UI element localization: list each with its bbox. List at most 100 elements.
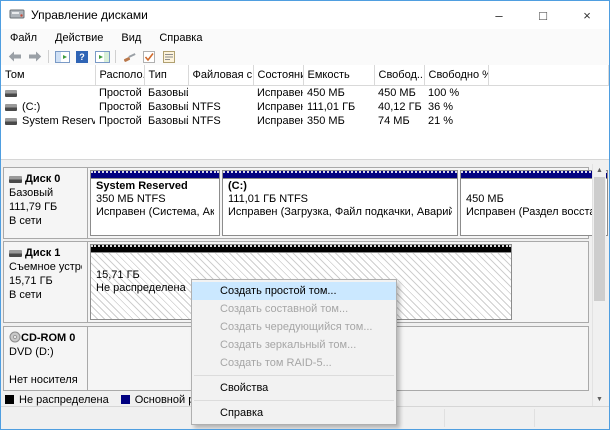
properties-icon[interactable]: [159, 49, 179, 65]
menu-item-create-mirrored-volume: Создать зеркальный том...: [220, 339, 357, 351]
table-row[interactable]: Простой Базовый Исправен... 450 МБ 450 М…: [1, 86, 609, 101]
capacity-cell: 111,01 ГБ: [307, 101, 356, 113]
disk1-status: В сети: [9, 289, 42, 301]
partition-color-bar: [461, 171, 607, 179]
disk0-row: Диск 0 Базовый 111,79 ГБ В сети System R…: [3, 167, 608, 239]
col-status[interactable]: Состояние: [253, 65, 304, 86]
volume-name: (C:): [22, 101, 41, 113]
disk-icon: [9, 249, 22, 257]
partition-color-bar: [91, 171, 219, 179]
partition-status: Исправен (Загрузка, Файл подкачки, Авари…: [228, 206, 452, 218]
close-button[interactable]: ×: [565, 1, 609, 29]
status-cell: Исправен...: [257, 87, 303, 99]
col-filler: [488, 65, 609, 86]
back-arrow-icon[interactable]: [5, 49, 25, 65]
partition-size: 450 МБ: [466, 193, 504, 205]
fs-cell: NTFS: [192, 101, 221, 113]
table-row[interactable]: System Reserved Простой Базовый NTFS Исп…: [1, 114, 609, 128]
menu-item-create-spanned-volume: Создать составной том...: [220, 303, 349, 315]
status-cell: Исправен...: [257, 101, 303, 113]
partition-status: Исправен (Система, Акти: [96, 206, 214, 218]
free-cell: 74 МБ: [378, 115, 410, 127]
disk1-label[interactable]: Диск 1 Съемное устро 15,71 ГБ В сети: [4, 242, 88, 322]
menu-help[interactable]: Справка: [150, 29, 211, 48]
toolbar-separator: [115, 50, 116, 63]
forward-arrow-icon[interactable]: [25, 49, 45, 65]
console-tree-icon[interactable]: [52, 49, 72, 65]
window-title: Управление дисками: [31, 8, 148, 22]
cdrom-kind: DVD (D:): [9, 346, 54, 358]
action-pane-icon[interactable]: [92, 49, 112, 65]
col-free[interactable]: Свобод...: [374, 65, 425, 86]
partition-title: System Reserved: [96, 180, 188, 192]
disk-management-window: Управление дисками – □ × Файл Действие В…: [0, 0, 610, 430]
layout-cell: Простой: [99, 101, 142, 113]
statusbar-divider: [534, 409, 535, 427]
legend-unallocated: Не распределена: [5, 394, 109, 406]
col-type[interactable]: Тип: [144, 65, 189, 86]
disk1-kind: Съемное устро: [9, 261, 82, 273]
menu-item-help[interactable]: Справка: [192, 404, 396, 422]
table-row[interactable]: (C:) Простой Базовый NTFS Исправен... 11…: [1, 100, 609, 114]
col-capacity[interactable]: Емкость: [303, 65, 375, 86]
menu-action[interactable]: Действие: [46, 29, 112, 48]
vertical-scrollbar[interactable]: ▲ ▼: [592, 164, 606, 406]
col-filesystem[interactable]: Файловая с...: [188, 65, 254, 86]
maximize-button[interactable]: □: [521, 1, 565, 29]
tool-icon[interactable]: [119, 49, 139, 65]
cdrom-label[interactable]: CD-ROM 0 DVD (D:) Нет носителя: [4, 327, 88, 390]
col-volume[interactable]: Том: [1, 65, 96, 86]
partition-title: (C:): [228, 180, 247, 192]
cd-disc-icon: [9, 331, 21, 344]
scroll-up-icon[interactable]: ▲: [593, 164, 606, 177]
menu-item-create-simple-volume[interactable]: Создать простой том...: [192, 282, 396, 300]
checkmark-icon[interactable]: [139, 49, 159, 65]
help-icon[interactable]: ?: [72, 49, 92, 65]
cdrom-name: CD-ROM 0: [21, 332, 76, 344]
disk0-name: Диск 0: [25, 173, 61, 185]
minimize-button[interactable]: –: [477, 1, 521, 29]
fs-cell: NTFS: [192, 115, 221, 127]
toolbar: ?: [1, 48, 609, 66]
volume-cell: System Reserved: [1, 114, 95, 128]
cdrom-status: Нет носителя: [9, 374, 78, 386]
menu-separator: [194, 375, 394, 376]
scroll-down-icon[interactable]: ▼: [593, 393, 606, 406]
type-cell: Базовый: [148, 115, 188, 127]
volume-table: Том Располо... Тип Файловая с... Состоян…: [1, 65, 609, 128]
partition-status: Исправен (Раздел восстан: [466, 206, 602, 218]
fs-cell: [188, 86, 253, 101]
partition-system-reserved[interactable]: System Reserved 350 МБ NTFS Исправен (Си…: [90, 170, 220, 236]
disk-icon: [5, 89, 17, 97]
col-layout[interactable]: Располо...: [95, 65, 145, 86]
free-cell: 40,12 ГБ: [378, 101, 422, 113]
disk0-graph: System Reserved 350 МБ NTFS Исправен (Си…: [88, 168, 609, 238]
title-bar: Управление дисками – □ ×: [1, 1, 609, 29]
window-controls: – □ ×: [477, 1, 609, 29]
scrollbar-thumb[interactable]: [594, 177, 605, 301]
unallocated-swatch: [5, 395, 14, 404]
partition-recovery[interactable]: 450 МБ Исправен (Раздел восстан: [460, 170, 608, 236]
toolbar-separator: [48, 50, 49, 63]
type-cell: Базовый: [148, 101, 188, 113]
disk1-name: Диск 1: [25, 247, 61, 259]
menu-item-create-raid5-volume: Создать том RAID-5...: [220, 357, 332, 369]
legend-label: Не распределена: [19, 393, 109, 406]
disk1-size: 15,71 ГБ: [9, 275, 53, 287]
partition-color-bar: [223, 171, 457, 179]
partition-c[interactable]: (C:) 111,01 ГБ NTFS Исправен (Загрузка, …: [222, 170, 458, 236]
status-cell: Исправен...: [257, 115, 303, 127]
col-free-pct[interactable]: Свободно %: [424, 65, 489, 86]
disk0-status: В сети: [9, 215, 42, 227]
menu-file[interactable]: Файл: [1, 29, 46, 48]
free-pct-cell: 21 %: [428, 115, 454, 127]
partition-size: 350 МБ NTFS: [96, 193, 166, 205]
type-cell: Базовый: [148, 87, 188, 99]
disk0-size: 111,79 ГБ: [9, 201, 58, 213]
menu-item-properties[interactable]: Свойства: [192, 379, 396, 397]
menu-bar: Файл Действие Вид Справка: [1, 29, 609, 48]
menu-view[interactable]: Вид: [112, 29, 150, 48]
free-pct-cell: 36 %: [428, 101, 454, 113]
free-pct-cell: 100 %: [428, 87, 460, 99]
disk0-label[interactable]: Диск 0 Базовый 111,79 ГБ В сети: [4, 168, 88, 238]
